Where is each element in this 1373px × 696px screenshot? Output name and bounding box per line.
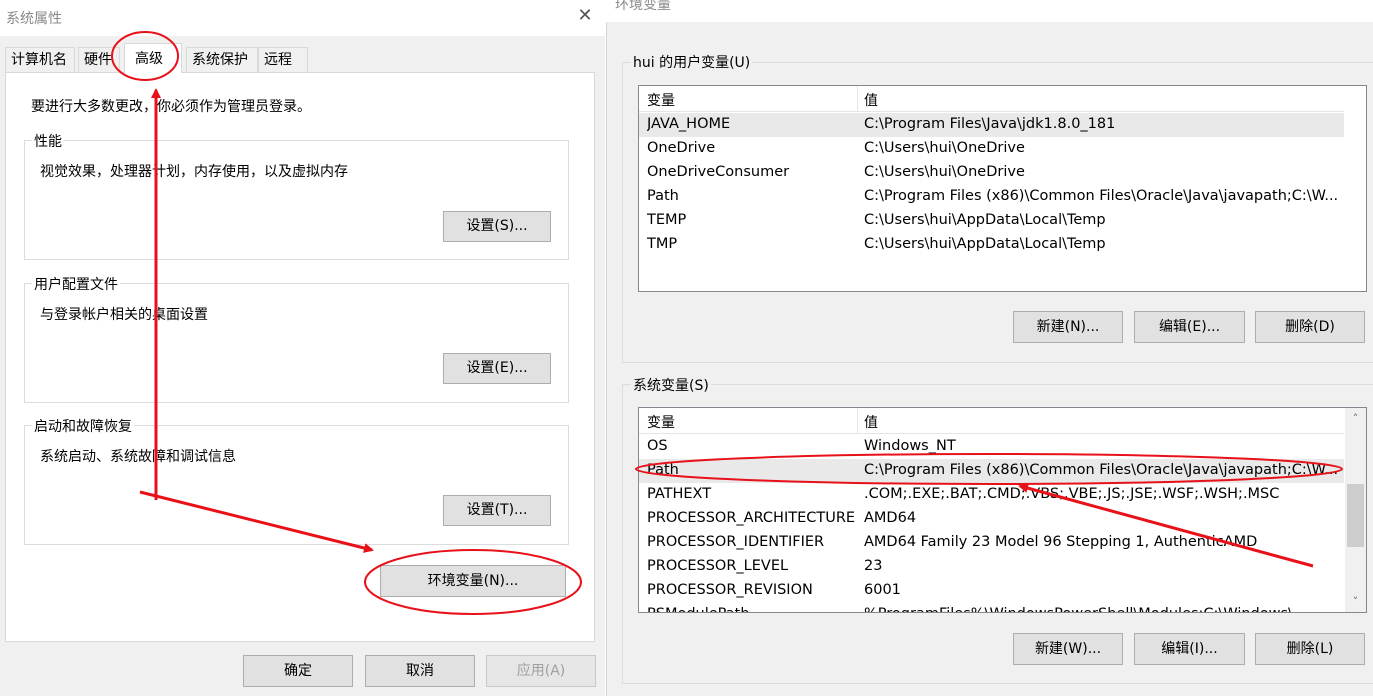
table-row[interactable]: OS Windows_NT [639,435,1344,459]
variable-name: PROCESSOR_REVISION [647,582,813,598]
scroll-down-icon[interactable]: ˅ [1347,593,1364,610]
variable-name: TEMP [647,212,687,228]
column-value[interactable]: 值 [864,90,878,110]
startup-recovery-group-label: 启动和故障恢复 [32,416,134,436]
variable-name: PSModulePath [647,606,859,612]
system-section-rule-left [622,384,623,684]
variable-name: Path [647,188,679,204]
user-section-rule-left [622,62,623,362]
variable-value: C:\Program Files\Java\jdk1.8.0_181 [864,116,1116,132]
ok-button[interactable]: 确定 [243,655,353,687]
system-properties-title: 系统属性 [6,11,62,27]
scroll-thumb[interactable] [1347,484,1364,547]
table-row[interactable]: Path C:\Program Files (x86)\Common Files\… [639,185,1344,209]
table-row[interactable]: TEMP C:\Users\hui\AppData\Local\Temp [639,209,1344,233]
user-profiles-group-label: 用户配置文件 [32,274,120,294]
table-row[interactable]: PROCESSOR_REVISION 6001 [639,579,1344,603]
variable-name: JAVA_HOME [647,116,731,132]
table-row[interactable]: OneDriveConsumer C:\Users\hui\OneDrive [639,161,1344,185]
user-section-rule-bottom [622,362,1373,363]
variable-name: OneDrive [647,140,716,156]
table-row[interactable]: TMP C:\Users\hui\AppData\Local\Temp [639,233,1344,257]
user-variables-label: hui 的用户变量(U) [631,52,753,72]
variable-value: C:\Program Files (x86)\Common Files\Orac… [864,188,1339,204]
startup-recovery-group [24,425,569,545]
table-row[interactable]: PROCESSOR_IDENTIFIER AMD64 Family 23 Mode… [639,531,1344,555]
user-list-header: 变量 值 [639,86,1344,112]
variable-name: TMP [647,236,678,252]
user-profiles-description: 与登录帐户相关的桌面设置 [40,307,208,323]
column-variable[interactable]: 变量 [647,90,675,110]
variable-name: OneDriveConsumer [647,164,790,180]
startup-recovery-settings-button[interactable]: 设置(T)... [443,495,551,526]
table-row[interactable]: OneDrive C:\Users\hui\OneDrive [639,137,1344,161]
variable-value: 23 [864,558,883,574]
system-list-header: 变量 值 [639,408,1344,434]
column-separator[interactable] [857,408,858,434]
startup-recovery-description: 系统启动、系统故障和调试信息 [40,449,236,465]
performance-settings-button[interactable]: 设置(S)... [443,211,551,242]
tab-system-protection[interactable]: 系统保护 [186,47,258,72]
user-profiles-settings-button[interactable]: 设置(E)... [443,353,551,384]
system-section-rule-bottom [622,683,1373,684]
column-separator[interactable] [857,86,858,112]
close-icon[interactable]: ✕ [576,7,594,25]
variable-name: OS [647,438,668,454]
table-row[interactable]: PROCESSOR_ARCHITECTURE AMD64 [639,507,1344,531]
system-list-scrollbar[interactable]: ˄ ˅ [1345,408,1366,612]
cancel-button[interactable]: 取消 [365,655,475,687]
variable-name: Path [647,462,679,478]
environment-variables-button[interactable]: 环境变量(N)... [380,565,566,597]
variable-name: PROCESSOR_ARCHITECTURE [647,510,856,526]
table-row[interactable]: JAVA_HOME C:\Program Files\Java\jdk1.8.0_… [639,113,1344,137]
tab-hardware[interactable]: 硬件 [78,47,120,72]
user-delete-button[interactable]: 删除(D) [1255,311,1365,343]
column-variable[interactable]: 变量 [647,412,675,432]
table-row[interactable]: Path C:\Program Files (x86)\Common Files\… [639,459,1344,483]
performance-description: 视觉效果，处理器计划，内存使用，以及虚拟内存 [40,164,348,180]
column-value[interactable]: 值 [864,412,878,432]
system-variables-label: 系统变量(S) [631,375,711,395]
variable-value: AMD64 [864,510,917,526]
user-new-button[interactable]: 新建(N)... [1013,311,1123,343]
system-properties-titlebar [0,0,605,36]
admin-note: 要进行大多数更改，你必须作为管理员登录。 [31,99,311,115]
table-row[interactable]: PROCESSOR_LEVEL 23 [639,555,1344,579]
user-profiles-group [24,283,569,403]
system-variables-list[interactable]: 变量 值 OS Windows_NT Path C:\Program Files (x… [638,407,1367,613]
variable-value: AMD64 Family 23 Model 96 Stepping 1, Aut… [864,534,1258,550]
apply-button[interactable]: 应用(A) [486,655,596,687]
variable-value: C:\Users\hui\OneDrive [864,164,1025,180]
variable-name: PROCESSOR_IDENTIFIER [647,534,825,550]
system-delete-button[interactable]: 删除(L) [1255,633,1365,665]
table-row[interactable]: PSModulePath %ProgramFiles%\WindowsPowerS… [639,603,1344,612]
tab-remote[interactable]: 远程 [258,47,308,72]
variable-name: PROCESSOR_LEVEL [647,558,789,574]
performance-group [24,140,569,260]
variable-value: C:\Users\hui\OneDrive [864,140,1025,156]
scroll-up-icon[interactable]: ˄ [1347,410,1364,427]
user-edit-button[interactable]: 编辑(E)... [1134,311,1245,343]
environment-variables-titlebar [606,0,1373,22]
variable-value: %ProgramFiles%\WindowsPowerShell\Modules… [864,606,1342,612]
variable-value: C:\Program Files (x86)\Common Files\Orac… [864,462,1339,478]
system-new-button[interactable]: 新建(W)... [1013,633,1123,665]
variable-name: PATHEXT [647,486,712,502]
variable-value: 6001 [864,582,901,598]
table-row[interactable]: PATHEXT .COM;.EXE;.BAT;.CMD;.VBS;.VBE;.JS… [639,483,1344,507]
variable-value: C:\Users\hui\AppData\Local\Temp [864,236,1106,252]
system-edit-button[interactable]: 编辑(I)... [1134,633,1245,665]
variable-value: .COM;.EXE;.BAT;.CMD;.VBS;.VBE;.JS;.JSE;.… [864,486,1280,502]
environment-variables-title: 环境变量 [615,0,671,13]
variable-value: Windows_NT [864,438,956,454]
performance-group-label: 性能 [32,131,64,151]
variable-value: C:\Users\hui\AppData\Local\Temp [864,212,1106,228]
tab-advanced[interactable]: 高级 [124,43,182,73]
system-section-rule [622,384,1373,385]
tab-computer-name[interactable]: 计算机名 [5,47,75,72]
user-variables-list[interactable]: 变量 值 JAVA_HOME C:\Program Files\Java\jdk1… [638,85,1367,292]
